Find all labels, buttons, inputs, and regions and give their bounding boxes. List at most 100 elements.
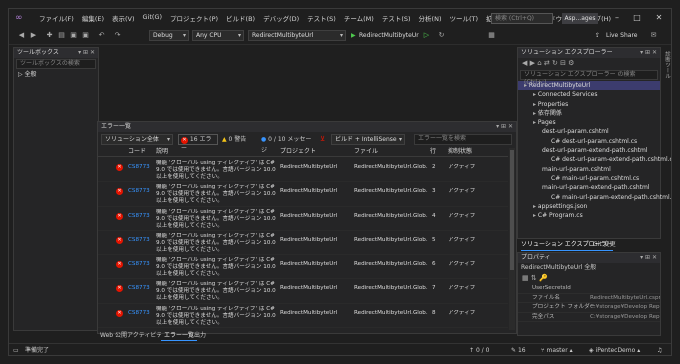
alphabetical-icon[interactable]: ⇅ (531, 274, 539, 282)
refresh-icon[interactable]: ↻ (437, 31, 446, 40)
menu-item[interactable]: プロジェクト(P) (166, 13, 222, 23)
properties-pin-icon[interactable]: ▾ ⊞ ✕ (640, 253, 657, 263)
repo-selector[interactable]: ◈ iPentecDemo ▴ (589, 344, 640, 355)
error-list-pin-icon[interactable]: ▾ ⊞ ✕ (496, 122, 513, 132)
live-share-button[interactable]: Live Share (606, 30, 637, 41)
filter-icon[interactable]: ⊻ (320, 135, 325, 143)
message-filter-toggle[interactable]: ● 0 / 10 メッセージ (261, 134, 317, 154)
branch-selector[interactable]: ⑂ master ▴ (541, 344, 573, 355)
config-select[interactable]: Debug (149, 30, 189, 41)
minimize-icon[interactable]: – (609, 12, 625, 24)
solution-tree-item[interactable]: ▸ Properties (518, 100, 660, 109)
toolbox-group-general[interactable]: ▷ 全般 (14, 70, 98, 79)
menu-item[interactable]: ビルド(B) (222, 13, 259, 23)
changes-counter[interactable]: ✎ 16 (511, 344, 526, 355)
menu-item[interactable]: 編集(E) (78, 13, 108, 23)
solution-pin-icon[interactable]: ▾ ⊞ ✕ (640, 48, 657, 58)
build-filter-select[interactable]: ビルド + IntelliSense (331, 134, 405, 145)
error-code-link[interactable]: CS8773 (128, 237, 150, 244)
maximize-icon[interactable]: □ (629, 12, 645, 24)
notification-tab[interactable]: 診断ツール (663, 51, 671, 79)
properties-object[interactable]: RedirectMultibyteUrl 全般 (518, 263, 660, 273)
property-row[interactable]: 完全パス C:¥storage¥Develop Reposit (518, 313, 660, 322)
error-row[interactable]: ✕ CS8773 機能 'グローバル using ディレクティブ' は C# 9.0… (98, 304, 508, 329)
solution-tree-item[interactable]: main-url-param-extend-path.cshtml (518, 183, 660, 192)
error-code-link[interactable]: CS8773 (128, 164, 150, 171)
layout-icon[interactable]: ▦ (487, 31, 496, 40)
toolbox-search-input[interactable]: ツールボックスの検索 (16, 59, 96, 69)
lines-counter[interactable]: ↑ 0 / 0 (469, 344, 489, 355)
solution-tree-item[interactable]: C# main-url-param.cshtml.cs (518, 174, 660, 183)
search-input[interactable]: 検索 (Ctrl+Q) (491, 13, 553, 24)
menu-item[interactable]: Git(G) (139, 13, 167, 23)
solution-tree-item[interactable]: ▸ Pages (518, 118, 660, 127)
menu-item[interactable]: テスト(S) (303, 13, 340, 23)
error-row[interactable]: ✕ CS8773 機能 'グローバル using ディレクティブ' は C# 9.0… (98, 158, 508, 183)
error-code-link[interactable]: CS8773 (128, 285, 150, 292)
sync-icon[interactable]: ⇄ (544, 59, 552, 67)
error-row[interactable]: ✕ CS8773 機能 'グローバル using ディレクティブ' は C# 9.0… (98, 207, 508, 231)
col-project[interactable]: プロジェクト (280, 147, 316, 157)
error-code-link[interactable]: CS8773 (128, 213, 150, 220)
new-item-icon[interactable]: ✚ (45, 31, 54, 40)
back-icon[interactable]: ◀ (17, 31, 26, 40)
undo-icon[interactable]: ↶ (97, 31, 106, 40)
bell-icon[interactable]: ♫ (657, 344, 662, 355)
property-pages-icon[interactable]: 🔑 (539, 274, 548, 282)
tab-web-publish[interactable]: Web 公開アクティビティ (97, 331, 161, 341)
property-row[interactable]: プロジェクト フォルダーC:¥storage¥Develop Reposit (518, 303, 660, 313)
solution-tree-item[interactable]: dest-url-param.cshtml (518, 127, 660, 136)
col-description[interactable]: 説明 (156, 147, 168, 157)
scope-select[interactable]: ソリューション全体 (101, 134, 173, 145)
menu-item[interactable]: デバッグ(D) (259, 13, 303, 23)
col-suppression[interactable]: 抑制状態 (448, 147, 472, 157)
error-row[interactable]: ✕ CS8773 機能 'グローバル using ディレクティブ' は C# 9.0… (98, 279, 508, 304)
solution-tree-item[interactable]: main-url-param.cshtml (518, 165, 660, 174)
categorized-icon[interactable]: ▦ (522, 274, 531, 282)
error-search-input[interactable]: エラー一覧を検索 (414, 134, 512, 145)
run-button[interactable]: RedirectMultibyteUrl (359, 30, 419, 41)
app-name-badge[interactable]: Asp...ages (562, 13, 598, 24)
col-file[interactable]: ファイル (354, 147, 378, 157)
refresh-icon[interactable]: ↻ (552, 59, 560, 67)
redo-icon[interactable]: ↷ (113, 31, 122, 40)
error-row[interactable]: ✕ CS8773 機能 'グローバル using ディレクティブ' は C# 9.0… (98, 255, 508, 280)
solution-tree-item[interactable]: ▸ C# Program.cs (518, 211, 660, 220)
close-icon[interactable]: ✕ (651, 12, 667, 24)
solution-tree-item[interactable]: C# dest-url-param-extend-path.cshtml.cs (518, 155, 671, 164)
error-row[interactable]: ✕ CS8773 機能 'グローバル using ディレクティブ' は C# 9.0… (98, 231, 508, 256)
menu-item[interactable]: ファイル(F) (35, 13, 78, 23)
solution-tree-item[interactable]: ▸ 依存関係 (518, 109, 660, 118)
forward-icon[interactable]: ▶ (29, 31, 38, 40)
menu-item[interactable]: チーム(M) (340, 13, 378, 23)
solution-tree-item[interactable]: dest-url-param-extend-path.cshtml (518, 146, 660, 155)
feedback-icon[interactable]: ✉ (649, 31, 658, 40)
menu-item[interactable]: テスト(S) (378, 13, 415, 23)
menu-item[interactable]: 表示(V) (108, 13, 139, 23)
open-icon[interactable]: ▤ (57, 31, 66, 40)
col-code[interactable]: コード (128, 147, 146, 157)
error-row[interactable]: ✕ CS8773 機能 'グローバル using ディレクティブ' は C# 9.0… (98, 182, 508, 207)
error-filter-toggle[interactable]: ✕ 16 エラー (178, 134, 218, 152)
save-icon[interactable]: ▣ (69, 31, 78, 40)
solution-tree-item[interactable]: C# main-url-param-extend-path.cshtml.cs (518, 193, 671, 202)
solution-tree-item[interactable]: C# dest-url-param.cshtml.cs (518, 137, 660, 146)
solution-tree-item[interactable]: ▸ RedirectMultibyteUrl (518, 81, 660, 91)
menu-item[interactable]: 分析(N) (415, 13, 446, 23)
solution-tree-item[interactable]: ▸ Connected Services (518, 90, 660, 99)
col-line[interactable]: 行 (430, 147, 436, 157)
home-icon[interactable]: ⌂ (537, 59, 544, 67)
tab-output[interactable]: 出力 (191, 331, 209, 341)
settings-icon[interactable]: ⚙ (568, 59, 574, 67)
menu-item[interactable]: ツール(T) (445, 13, 482, 23)
solution-tree-item[interactable]: ▸ appsettings.json (518, 202, 660, 211)
collapse-icon[interactable]: ⊟ (560, 59, 568, 67)
back-icon[interactable]: ◀ ▶ (522, 59, 537, 67)
error-code-link[interactable]: CS8773 (128, 188, 150, 195)
startup-project-select[interactable]: RedirectMultibyteUrl (248, 30, 346, 41)
property-row[interactable]: ファイル名 RedirectMultibyteUrl.csproj (518, 294, 660, 303)
live-share-icon[interactable]: ⇪ (595, 30, 600, 41)
run-icon[interactable]: ▶ (351, 30, 356, 41)
save-all-icon[interactable]: ▣ (81, 31, 90, 40)
tab-git-changes[interactable]: Git 変更 (593, 240, 616, 250)
